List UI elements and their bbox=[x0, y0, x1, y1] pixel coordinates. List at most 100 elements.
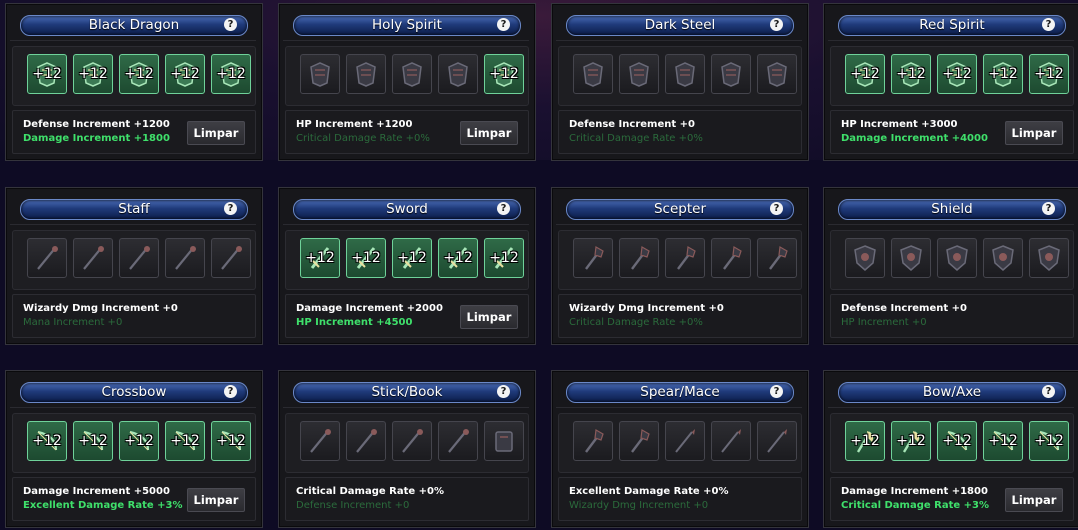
equipment-slot[interactable] bbox=[438, 421, 478, 461]
stats-box: Defense Increment +0 HP Increment +0 bbox=[830, 294, 1074, 338]
equipment-slot[interactable]: +12 bbox=[1029, 421, 1069, 461]
equipment-slot[interactable] bbox=[165, 238, 205, 278]
clear-button[interactable]: Limpar bbox=[460, 305, 518, 329]
help-icon[interactable]: ? bbox=[770, 18, 783, 31]
equipment-slot[interactable]: +12 bbox=[845, 421, 885, 461]
equipment-slot[interactable]: +12 bbox=[300, 238, 340, 278]
equipment-slot[interactable]: +12 bbox=[211, 54, 251, 94]
equipment-slot[interactable]: +12 bbox=[891, 54, 931, 94]
item-level: +12 bbox=[942, 66, 972, 82]
help-icon[interactable]: ? bbox=[1042, 18, 1055, 31]
help-icon[interactable]: ? bbox=[770, 202, 783, 215]
equipment-slot[interactable] bbox=[573, 54, 613, 94]
equipment-slot[interactable] bbox=[119, 238, 159, 278]
panel-header: Crossbow ? bbox=[10, 375, 256, 408]
stats-box: Defense Increment +0 Critical Damage Rat… bbox=[558, 110, 802, 154]
help-icon[interactable]: ? bbox=[497, 385, 510, 398]
stat-primary: Damage Increment +1800 bbox=[841, 486, 988, 497]
title-bar: Red Spirit ? bbox=[838, 15, 1066, 36]
equipment-slot[interactable] bbox=[665, 54, 705, 94]
equipment-slot[interactable] bbox=[619, 238, 659, 278]
stat-secondary: Damage Increment +4000 bbox=[841, 133, 988, 144]
equipment-slot[interactable] bbox=[711, 421, 751, 461]
shield-icon bbox=[1038, 245, 1060, 271]
equipment-slot[interactable] bbox=[392, 421, 432, 461]
equipment-slot[interactable]: +12 bbox=[211, 421, 251, 461]
equipment-slot[interactable] bbox=[619, 421, 659, 461]
equipment-slot[interactable]: +12 bbox=[983, 54, 1023, 94]
equipment-slot[interactable]: +12 bbox=[937, 421, 977, 461]
help-icon[interactable]: ? bbox=[497, 202, 510, 215]
equipment-slot[interactable]: +12 bbox=[165, 421, 205, 461]
equipment-slot[interactable]: +12 bbox=[73, 54, 113, 94]
set-title: Sword bbox=[386, 201, 428, 217]
equipment-slot[interactable] bbox=[757, 54, 797, 94]
equipment-slot[interactable]: +12 bbox=[845, 54, 885, 94]
title-bar: Spear/Mace ? bbox=[566, 382, 794, 403]
equipment-slot[interactable] bbox=[1029, 238, 1069, 278]
equipment-slot[interactable]: +12 bbox=[119, 54, 159, 94]
set-panel: Holy Spirit ? +12 HP Increment +1200 Cri… bbox=[278, 3, 536, 161]
equipment-slot[interactable] bbox=[438, 54, 478, 94]
title-bar: Black Dragon ? bbox=[20, 15, 248, 36]
equipment-slot[interactable] bbox=[891, 238, 931, 278]
stats-box: Wizardy Dmg Increment +0 Mana Increment … bbox=[12, 294, 256, 338]
equipment-slot[interactable] bbox=[665, 421, 705, 461]
stat-secondary: Excellent Damage Rate +3% bbox=[23, 500, 183, 511]
equipment-slot[interactable] bbox=[983, 238, 1023, 278]
clear-button[interactable]: Limpar bbox=[1005, 121, 1063, 145]
equipment-slot[interactable] bbox=[937, 238, 977, 278]
help-icon[interactable]: ? bbox=[224, 385, 237, 398]
equipment-slot[interactable]: +12 bbox=[392, 238, 432, 278]
item-level: +12 bbox=[216, 66, 246, 82]
equipment-slot[interactable] bbox=[300, 54, 340, 94]
equipment-slot[interactable]: +12 bbox=[346, 238, 386, 278]
equipment-slot[interactable] bbox=[346, 421, 386, 461]
item-level: +12 bbox=[1034, 66, 1064, 82]
equipment-slot[interactable] bbox=[27, 238, 67, 278]
equipment-slot[interactable]: +12 bbox=[165, 54, 205, 94]
equipment-slot[interactable]: +12 bbox=[983, 421, 1023, 461]
items-row bbox=[285, 413, 529, 473]
equipment-slot[interactable] bbox=[573, 421, 613, 461]
help-icon[interactable]: ? bbox=[224, 202, 237, 215]
equipment-slot[interactable]: +12 bbox=[438, 238, 478, 278]
equipment-slot[interactable] bbox=[484, 421, 524, 461]
clear-button[interactable]: Limpar bbox=[187, 121, 245, 145]
help-icon[interactable]: ? bbox=[497, 18, 510, 31]
shield-icon bbox=[900, 245, 922, 271]
clear-button[interactable]: Limpar bbox=[1005, 488, 1063, 512]
equipment-slot[interactable] bbox=[757, 421, 797, 461]
stat-secondary: Critical Damage Rate +0% bbox=[569, 133, 703, 144]
equipment-slot[interactable] bbox=[211, 238, 251, 278]
shield-icon bbox=[946, 245, 968, 271]
equipment-slot[interactable] bbox=[300, 421, 340, 461]
equipment-slot[interactable] bbox=[619, 54, 659, 94]
equipment-slot[interactable]: +12 bbox=[119, 421, 159, 461]
help-icon[interactable]: ? bbox=[1042, 202, 1055, 215]
equipment-slot[interactable]: +12 bbox=[937, 54, 977, 94]
equipment-slot[interactable] bbox=[845, 238, 885, 278]
help-icon[interactable]: ? bbox=[224, 18, 237, 31]
equipment-slot[interactable]: +12 bbox=[484, 238, 524, 278]
help-icon[interactable]: ? bbox=[770, 385, 783, 398]
equipment-slot[interactable] bbox=[573, 238, 613, 278]
equipment-slot[interactable] bbox=[711, 238, 751, 278]
equipment-slot[interactable]: +12 bbox=[27, 421, 67, 461]
stat-secondary: Defense Increment +0 bbox=[296, 500, 410, 511]
clear-button[interactable]: Limpar bbox=[460, 121, 518, 145]
stat-secondary: Damage Increment +1800 bbox=[23, 133, 170, 144]
equipment-slot[interactable]: +12 bbox=[484, 54, 524, 94]
equipment-slot[interactable] bbox=[73, 238, 113, 278]
equipment-slot[interactable]: +12 bbox=[73, 421, 113, 461]
equipment-slot[interactable] bbox=[346, 54, 386, 94]
equipment-slot[interactable] bbox=[392, 54, 432, 94]
clear-button[interactable]: Limpar bbox=[187, 488, 245, 512]
equipment-slot[interactable]: +12 bbox=[1029, 54, 1069, 94]
help-icon[interactable]: ? bbox=[1042, 385, 1055, 398]
equipment-slot[interactable] bbox=[711, 54, 751, 94]
equipment-slot[interactable]: +12 bbox=[891, 421, 931, 461]
equipment-slot[interactable] bbox=[757, 238, 797, 278]
equipment-slot[interactable]: +12 bbox=[27, 54, 67, 94]
equipment-slot[interactable] bbox=[665, 238, 705, 278]
